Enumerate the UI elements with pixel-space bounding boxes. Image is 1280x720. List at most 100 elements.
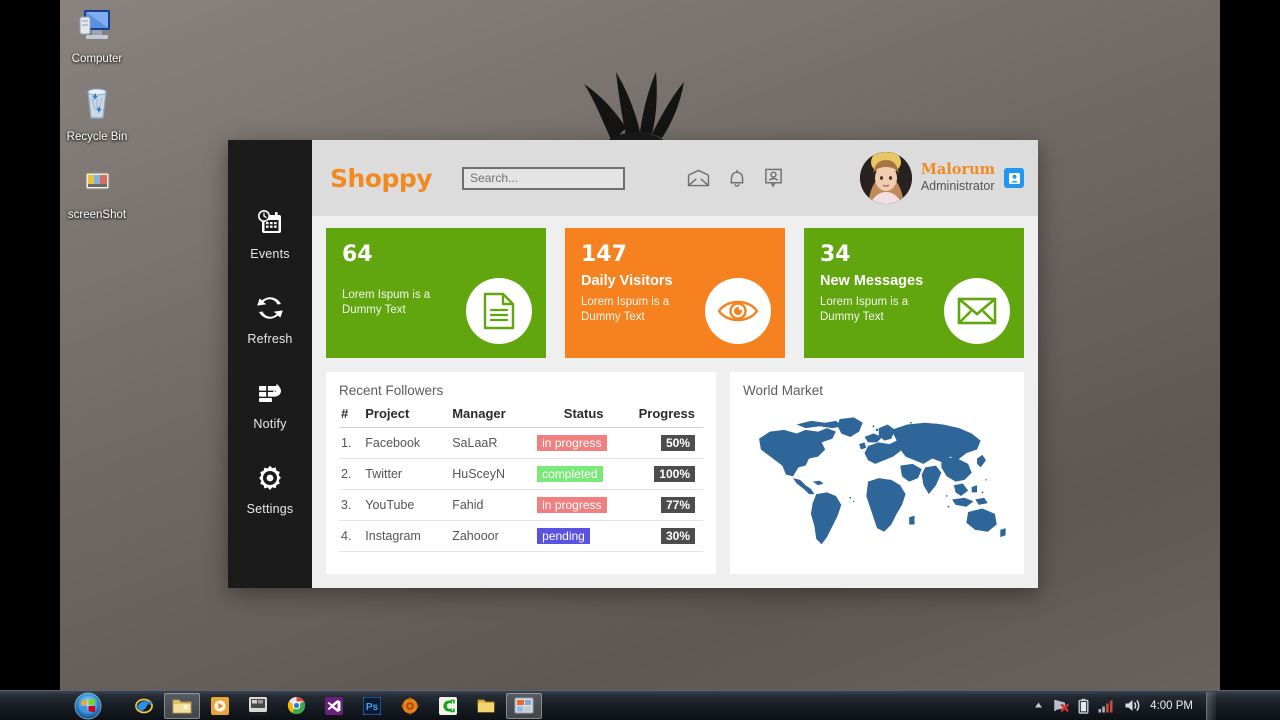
cell-status: completed bbox=[535, 459, 632, 490]
start-button[interactable] bbox=[62, 691, 114, 720]
cell-manager: HuSceyN bbox=[450, 459, 535, 490]
battery-icon[interactable] bbox=[1078, 698, 1089, 714]
table-row[interactable]: 2. Twitter HuSceyN completed 100% bbox=[339, 459, 703, 490]
col-header-status: Status bbox=[535, 403, 632, 428]
cell-manager: Zahooor bbox=[450, 521, 535, 552]
stat-cards: 64 Lorem Ispum is a Dummy Text bbox=[326, 228, 1024, 358]
computer-icon bbox=[76, 4, 118, 46]
topbar: Shoppy bbox=[312, 140, 1038, 216]
table-row[interactable]: 1. Facebook SaLaaR in progress 50% bbox=[339, 428, 703, 459]
progress-chip: 100% bbox=[654, 466, 695, 482]
cell-num: 2. bbox=[339, 459, 363, 490]
status-badge: pending bbox=[537, 528, 590, 544]
show-desktop-button[interactable] bbox=[1206, 692, 1216, 720]
user-name: Malorum bbox=[921, 161, 995, 179]
document-icon bbox=[482, 292, 516, 330]
gear-icon bbox=[255, 463, 285, 493]
shoppy-dashboard-window: Events Refresh Notify bbox=[228, 140, 1038, 588]
sidebar-item-label: Notify bbox=[253, 417, 286, 431]
user-profile[interactable]: Malorum Administrator bbox=[860, 152, 1024, 204]
network-error-icon[interactable] bbox=[1053, 698, 1069, 713]
taskbar-app-file-explorer[interactable] bbox=[164, 693, 200, 719]
cell-progress: 30% bbox=[632, 521, 703, 552]
taskbar-app-photoshop[interactable]: Ps bbox=[354, 693, 390, 719]
taskbar: Ps bbox=[0, 690, 1280, 720]
col-header-manager: Manager bbox=[450, 403, 535, 428]
eye-icon bbox=[717, 296, 759, 326]
volume-icon[interactable] bbox=[1124, 698, 1141, 713]
stat-card-new-messages[interactable]: 34 New Messages Lorem Ispum is a Dummy T… bbox=[804, 228, 1024, 358]
show-hidden-icons-arrow[interactable] bbox=[1033, 700, 1044, 711]
taskbar-app-blender[interactable] bbox=[392, 693, 428, 719]
search-input[interactable] bbox=[462, 167, 625, 190]
main-area: 64 Lorem Ispum is a Dummy Text bbox=[312, 216, 1038, 588]
desktop-icon-computer[interactable]: Computer bbox=[54, 4, 140, 67]
cell-progress: 50% bbox=[632, 428, 703, 459]
taskbar-app-visual-studio[interactable] bbox=[316, 693, 352, 719]
avatar bbox=[860, 152, 912, 204]
sidebar-item-notify[interactable]: Notify bbox=[228, 378, 312, 433]
taskbar-clock[interactable]: 4:00 PM bbox=[1150, 700, 1193, 712]
notify-fire-icon bbox=[255, 378, 285, 408]
sidebar-item-settings[interactable]: Settings bbox=[228, 463, 312, 518]
progress-chip: 50% bbox=[661, 435, 695, 451]
taskbar-app-chrome[interactable] bbox=[278, 693, 314, 719]
mail-icon[interactable] bbox=[687, 169, 710, 187]
cell-manager: SaLaaR bbox=[450, 428, 535, 459]
world-market-panel: World Market bbox=[730, 372, 1024, 574]
sidebar-item-events[interactable]: Events bbox=[228, 208, 312, 263]
sidebar-item-label: Settings bbox=[247, 502, 294, 516]
followers-table: # Project Manager Status Progress 1. bbox=[339, 403, 703, 552]
signal-icon[interactable] bbox=[1098, 699, 1115, 713]
desktop-icon-screenshot[interactable]: screenShot bbox=[54, 160, 140, 223]
dashboard-content: Shoppy bbox=[312, 140, 1038, 588]
table-row[interactable]: 3. YouTube Fahid in progress 77% bbox=[339, 490, 703, 521]
col-header-project: Project bbox=[363, 403, 450, 428]
cell-project: Twitter bbox=[363, 459, 450, 490]
stat-subtitle: Lorem Ispum is a Dummy Text bbox=[581, 295, 691, 325]
cell-num: 1. bbox=[339, 428, 363, 459]
cell-project: Facebook bbox=[363, 428, 450, 459]
user-info: Malorum Administrator bbox=[921, 161, 995, 195]
panel-title: World Market bbox=[743, 383, 1011, 398]
panel-title: Recent Followers bbox=[339, 383, 703, 398]
progress-chip: 77% bbox=[661, 497, 695, 513]
table-row[interactable]: 4. Instagram Zahooor pending 30% bbox=[339, 521, 703, 552]
taskbar-app-folder[interactable] bbox=[468, 693, 504, 719]
desktop-icon-label: Computer bbox=[72, 53, 123, 66]
recycle-bin-icon bbox=[76, 82, 118, 124]
desktop: Computer Recycle Bin screenShot bbox=[0, 0, 1280, 720]
status-badge: in progress bbox=[537, 435, 606, 451]
user-badge-icon[interactable] bbox=[1004, 168, 1024, 188]
taskbar-app-windows-app[interactable] bbox=[240, 693, 276, 719]
stat-number: 64 bbox=[342, 244, 530, 266]
app-brand-logo: Shoppy bbox=[330, 164, 432, 193]
stat-number: 147 bbox=[581, 244, 769, 266]
envelope-icon bbox=[957, 296, 997, 326]
cell-manager: Fahid bbox=[450, 490, 535, 521]
taskbar-app-internet-explorer[interactable] bbox=[126, 693, 162, 719]
user-card-icon[interactable] bbox=[764, 168, 783, 188]
sidebar-item-label: Refresh bbox=[247, 332, 292, 346]
status-badge: completed bbox=[537, 466, 602, 482]
bell-icon[interactable] bbox=[728, 168, 746, 188]
stat-icon-circle bbox=[944, 278, 1010, 344]
stat-card-documents[interactable]: 64 Lorem Ispum is a Dummy Text bbox=[326, 228, 546, 358]
taskbar-app-active-window[interactable] bbox=[506, 693, 542, 719]
taskbar-app-camtasia[interactable] bbox=[430, 693, 466, 719]
letterbox-left bbox=[0, 0, 60, 720]
sidebar-item-label: Events bbox=[250, 247, 289, 261]
sidebar-item-refresh[interactable]: Refresh bbox=[228, 293, 312, 348]
cell-project: YouTube bbox=[363, 490, 450, 521]
desktop-icon-recycle-bin[interactable]: Recycle Bin bbox=[54, 82, 140, 145]
stat-card-daily-visitors[interactable]: 147 Daily Visitors Lorem Ispum is a Dumm… bbox=[565, 228, 785, 358]
taskbar-app-media-player[interactable] bbox=[202, 693, 238, 719]
calendar-clock-icon bbox=[255, 208, 285, 238]
cell-num: 4. bbox=[339, 521, 363, 552]
cell-num: 3. bbox=[339, 490, 363, 521]
svg-text:Ps: Ps bbox=[366, 701, 379, 712]
col-header-progress: Progress bbox=[632, 403, 703, 428]
cell-status: pending bbox=[535, 521, 632, 552]
refresh-icon bbox=[255, 293, 285, 323]
stat-subtitle: Lorem Ispum is a Dummy Text bbox=[342, 288, 452, 318]
